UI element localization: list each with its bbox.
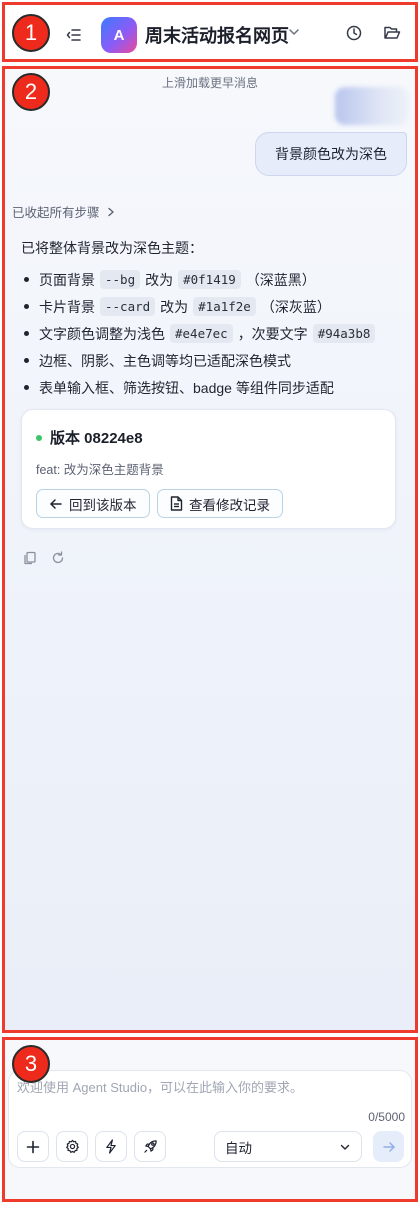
steps-toggle[interactable]: 已收起所有步骤 — [12, 202, 116, 221]
prompt-input[interactable] — [17, 1077, 397, 1101]
chevron-right-icon — [107, 207, 114, 216]
settings-button[interactable] — [56, 1131, 88, 1162]
version-card: 版本 08224e8 feat: 改为深色主题背景 回到该版本 查看修改记录 — [21, 409, 396, 529]
change-list: 页面背景 --bg 改为 #0f1419 （深蓝黑） 卡片背景 --card 改… — [21, 266, 380, 401]
version-commit-message: feat: 改为深色主题背景 — [36, 463, 164, 477]
char-count: 0/5000 — [368, 1110, 405, 1124]
send-button[interactable] — [373, 1131, 404, 1162]
list-item: 页面背景 --bg 改为 #0f1419 （深蓝黑） — [21, 266, 380, 293]
list-item: 边框、阴影、主色调等均已适配深色模式 — [21, 347, 380, 374]
document-icon — [170, 496, 183, 511]
inline-code: #e4e7ec — [170, 324, 233, 343]
inline-code: --bg — [100, 270, 141, 289]
composer-panel: 3 0/5000 — [2, 1037, 418, 1202]
list-item: 卡片背景 --card 改为 #1a1f2e （深灰蓝） — [21, 293, 380, 320]
inline-code: #94a3b8 — [312, 324, 376, 343]
app-header: 1 A 周末活动报名网页 — [2, 2, 418, 62]
quick-action-button[interactable] — [95, 1131, 127, 1162]
chat-panel[interactable]: 2 上滑加载更早消息 背景颜色改为深色 已收起所有步骤 已将整体背景改为深色主题… — [2, 66, 418, 1033]
arrow-left-icon — [50, 498, 62, 509]
project-title[interactable]: 周末活动报名网页 — [145, 22, 289, 48]
rocket-icon — [143, 1140, 157, 1153]
chevron-down-icon — [340, 1144, 350, 1150]
revert-version-button[interactable]: 回到该版本 — [36, 489, 150, 518]
steps-toggle-label: 已收起所有步骤 — [12, 206, 100, 220]
collapse-sidebar-icon[interactable] — [63, 24, 85, 46]
user-message-bubble: 背景颜色改为深色 — [255, 132, 407, 176]
plus-icon — [26, 1140, 40, 1153]
message-actions — [23, 551, 65, 570]
gear-icon — [65, 1139, 79, 1153]
add-button[interactable] — [17, 1131, 49, 1162]
status-dot-icon — [36, 434, 42, 441]
history-icon[interactable] — [345, 24, 363, 47]
inline-code: --card — [100, 297, 156, 316]
chevron-down-icon[interactable] — [287, 25, 301, 44]
region-badge-2: 2 — [12, 73, 50, 111]
mode-select-value: 自动 — [225, 1140, 252, 1156]
user-avatar — [335, 87, 409, 125]
region-badge-1: 1 — [12, 14, 50, 52]
lightning-icon — [106, 1139, 116, 1154]
app-logo: A — [101, 17, 137, 53]
arrow-right-icon — [382, 1141, 395, 1152]
list-item: 文字颜色调整为浅色 #e4e7ec ，次要文字 #94a3b8 — [21, 320, 380, 347]
view-changes-button[interactable]: 查看修改记录 — [157, 489, 283, 518]
regenerate-icon[interactable] — [51, 551, 65, 570]
inline-code: #1a1f2e — [193, 297, 256, 316]
inline-code: #0f1419 — [178, 270, 241, 289]
deploy-button[interactable] — [134, 1131, 166, 1162]
list-item: 表单输入框、筛选按钮、badge 等组件同步适配 — [21, 374, 380, 401]
assistant-reply-intro: 已将整体背景改为深色主题： — [21, 240, 203, 256]
copy-icon[interactable] — [23, 551, 37, 570]
composer-box: 0/5000 — [8, 1070, 412, 1168]
mode-select[interactable]: 自动 — [214, 1131, 362, 1162]
region-badge-3: 3 — [12, 1045, 50, 1083]
version-title: 版本 08224e8 — [36, 427, 143, 448]
folder-open-icon[interactable] — [383, 24, 401, 47]
